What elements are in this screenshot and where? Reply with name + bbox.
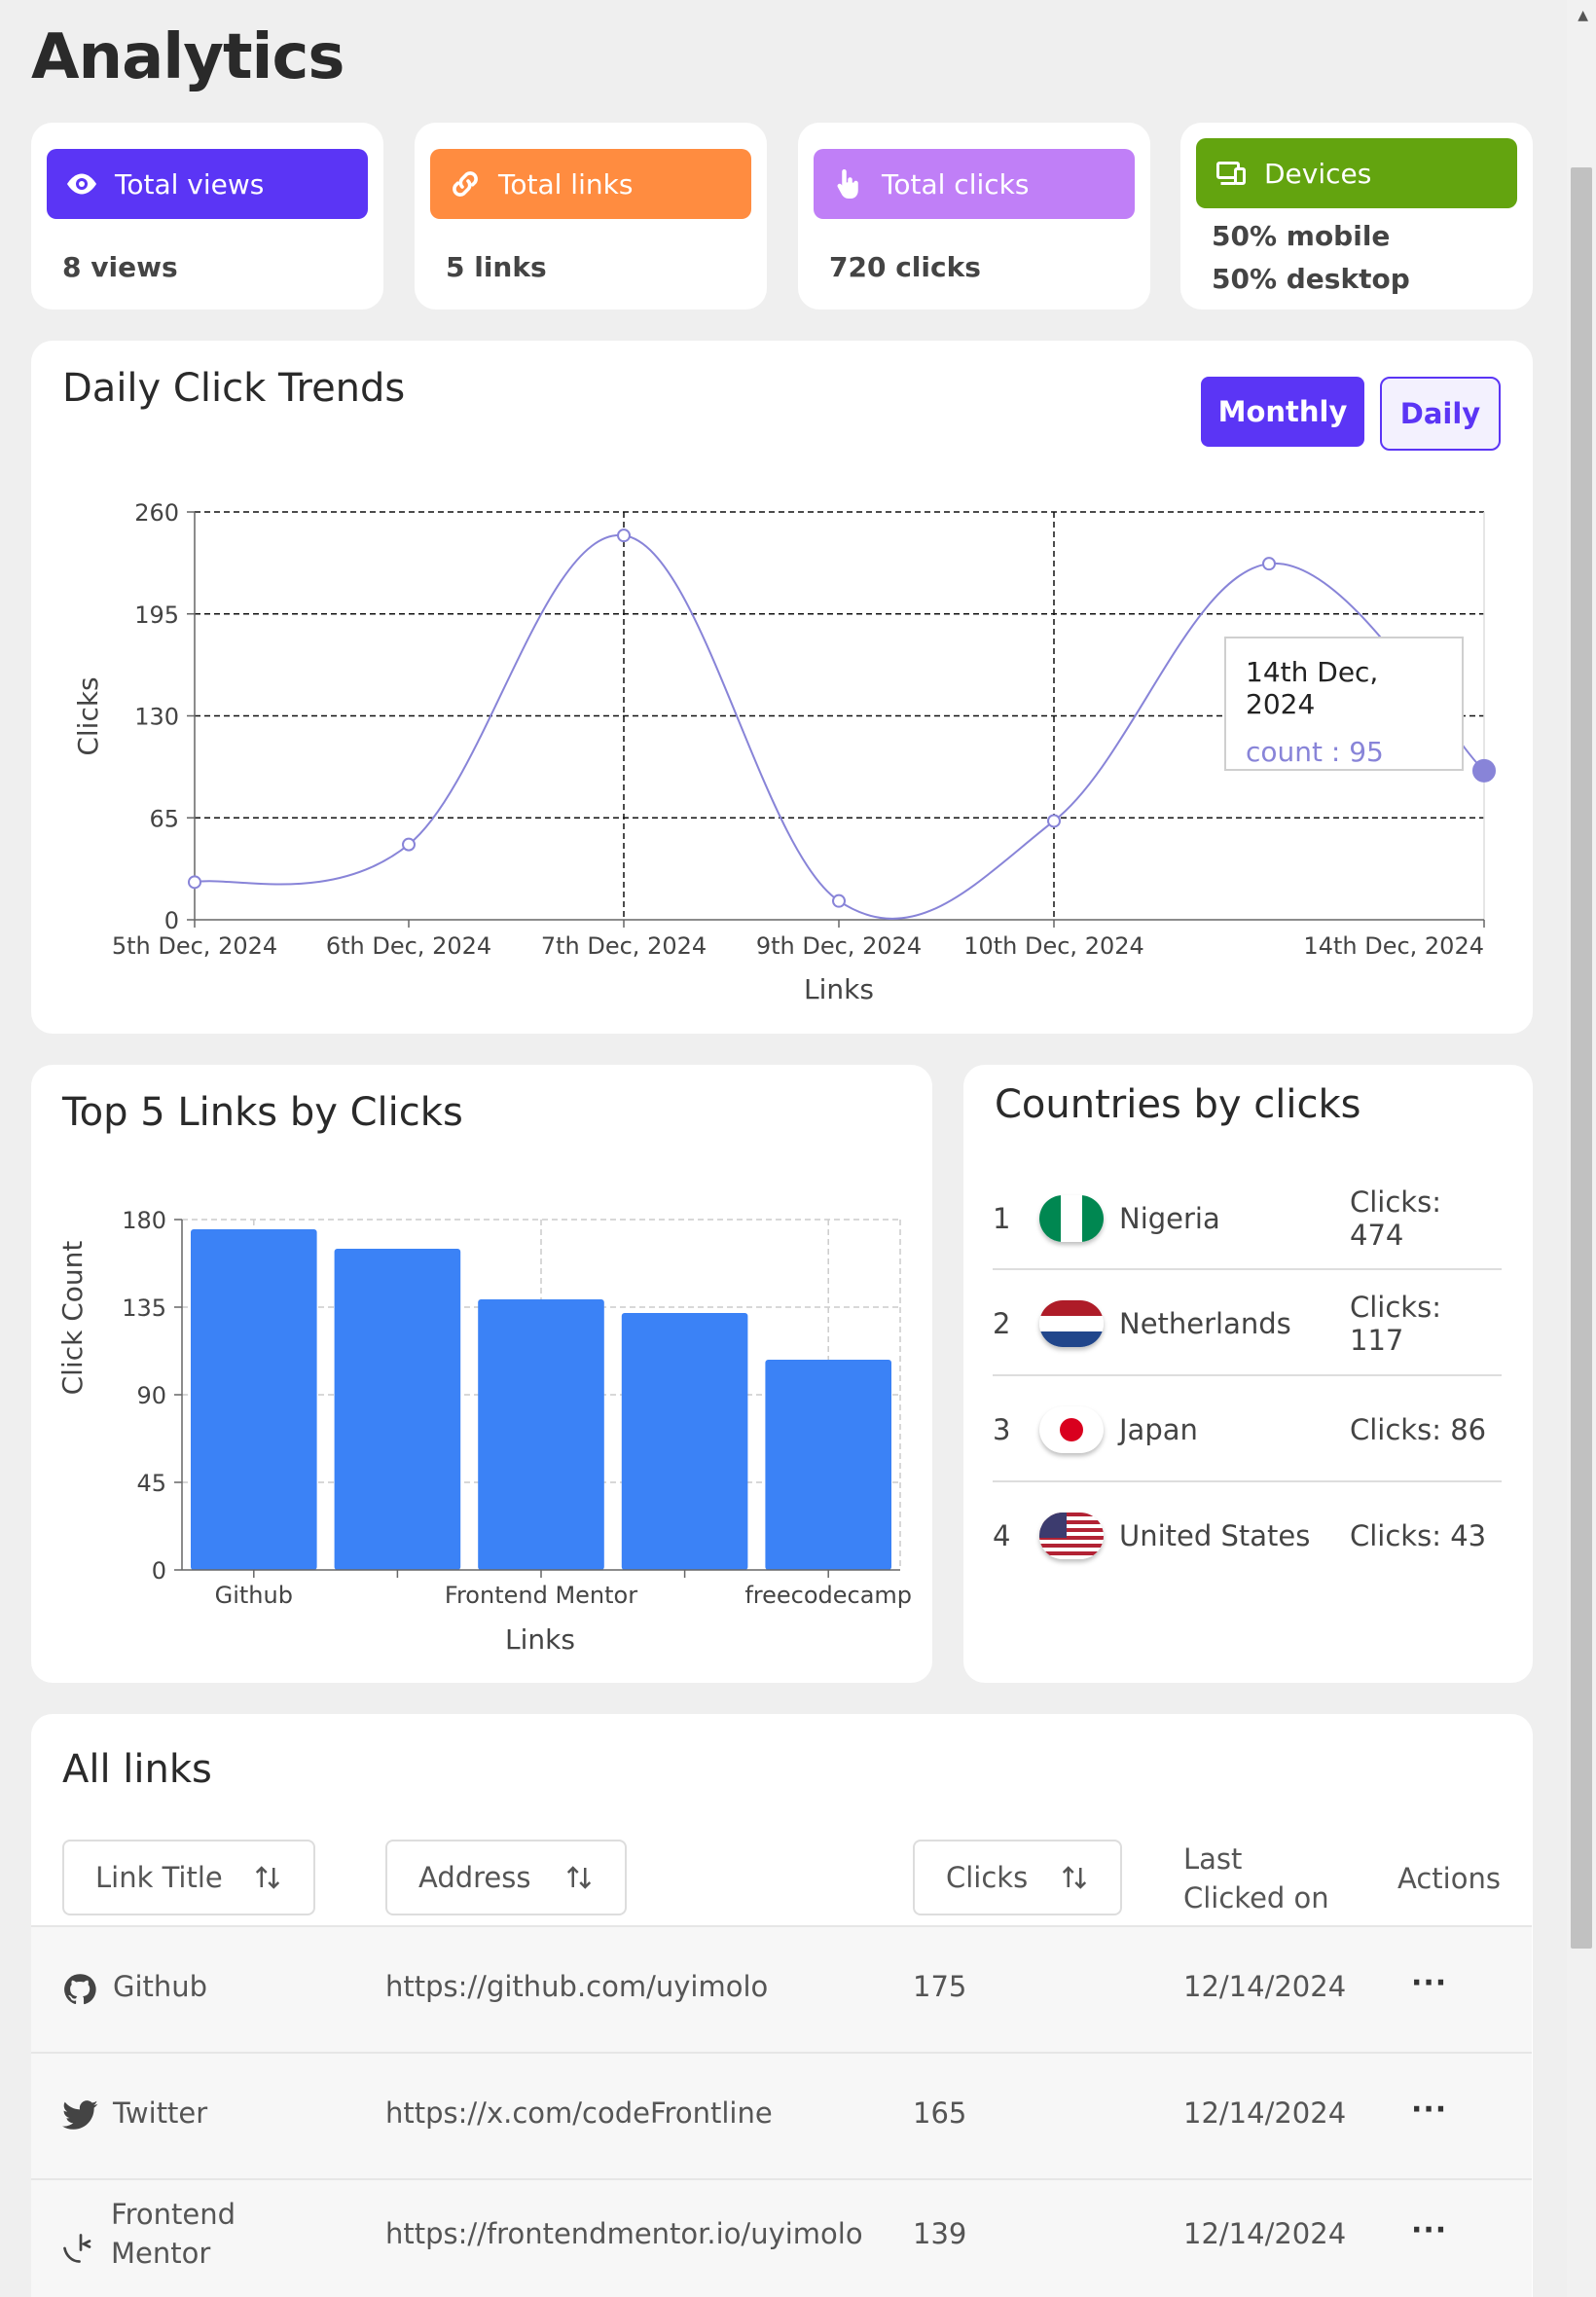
stat-label: Devices [1264,157,1372,190]
link-title: Github [113,1970,208,2003]
sort-icon [255,1866,280,1889]
click-trends-title: Daily Click Trends [62,366,406,411]
stat-card-views: Total views 8 views [31,123,383,310]
header-address: Address [418,1861,531,1894]
link-icon [453,171,478,197]
stat-value: 720 clicks [829,251,981,283]
daily-button[interactable]: Daily [1380,377,1501,451]
sort-address-button[interactable]: Address [385,1840,627,1915]
stat-card-devices: Devices 50% mobile 50% desktop [1180,123,1533,310]
country-rank: 4 [993,1519,1011,1552]
stat-card-links: Total links 5 links [415,123,767,310]
header-clicks: Clicks [946,1861,1029,1894]
link-address: https://frontendmentor.io/uyimolo [385,2217,863,2250]
pointer-icon [837,169,858,199]
page-title: Analytics [31,21,345,93]
country-row: 3 Japan Clicks: 86 [993,1377,1502,1482]
countries-title: Countries by clicks [995,1082,1361,1127]
sort-link-title-button[interactable]: Link Title [62,1840,315,1915]
header-last-clicked-line2: Clicked on [1183,1881,1329,1914]
link-clicks: 165 [913,2096,967,2130]
country-name: Japan [1119,1413,1198,1446]
stat-value-mobile: 50% mobile [1212,220,1391,252]
link-title-line2: Mentor [111,2237,211,2270]
tooltip-date: 14th Dec, 2024 [1246,656,1379,720]
table-row[interactable]: Github https://github.com/uyimolo 175 12… [31,1925,1532,2052]
country-name: Nigeria [1119,1202,1220,1235]
nigeria-flag-icon [1039,1195,1104,1242]
link-title-line1: Frontend [111,2198,236,2231]
devices-icon [1216,162,1246,185]
country-clicks: Clicks: 117 [1350,1291,1441,1357]
country-row: 4 United States Clicks: 43 [993,1483,1502,1588]
scroll-up-icon[interactable]: ▲ [1578,8,1588,23]
netherlands-flag-icon [1039,1300,1104,1347]
stat-header-devices: Devices [1196,138,1517,208]
top-links-card: Top 5 Links by Clicks [31,1065,932,1683]
usa-flag-icon [1039,1513,1104,1559]
stat-value: 8 views [62,251,178,283]
divider [993,1374,1502,1376]
link-clicks: 139 [913,2217,967,2250]
github-icon [64,1974,96,2005]
table-row[interactable]: Twitter https://x.com/codeFrontline 165 … [31,2052,1532,2178]
header-last-clicked: Last Clicked on [1183,1840,1329,1917]
country-clicks: Clicks: 43 [1350,1519,1487,1552]
stat-value: 5 links [446,251,547,283]
header-actions: Actions [1397,1862,1501,1895]
country-rank: 3 [993,1413,1011,1446]
all-links-title: All links [62,1747,212,1792]
stat-label: Total clicks [882,167,1030,201]
header-link-title: Link Title [95,1861,223,1894]
country-rank: 1 [993,1202,1011,1235]
link-clicks: 175 [913,1970,967,2003]
stat-header-views: Total views [47,149,368,219]
japan-flag-icon [1039,1406,1104,1453]
stat-header-links: Total links [430,149,751,219]
country-name: United States [1119,1519,1311,1552]
scrollbar-thumb[interactable] [1571,167,1592,1949]
tooltip-count: count : 95 [1246,736,1384,768]
stat-label: Total links [498,167,634,201]
monthly-button[interactable]: Monthly [1201,377,1364,447]
link-address: https://github.com/uyimolo [385,1970,769,2003]
eye-icon [67,173,96,195]
link-date: 12/14/2024 [1183,2096,1347,2130]
scrollbar[interactable]: ▲ [1567,0,1596,2297]
top-links-title: Top 5 Links by Clicks [62,1090,463,1135]
frontend-mentor-icon [63,2234,91,2263]
more-actions-button[interactable]: ··· [1411,2093,1447,2127]
stat-header-clicks: Total clicks [814,149,1135,219]
stat-label: Total views [115,167,265,201]
twitter-icon [62,2100,98,2130]
divider [993,1480,1502,1482]
link-title: Twitter [113,2096,208,2130]
stat-value-desktop: 50% desktop [1212,263,1410,295]
more-actions-button[interactable]: ··· [1411,1966,1447,2000]
sort-icon [1062,1866,1087,1889]
header-last-clicked-line1: Last [1183,1842,1243,1876]
country-row: 1 Nigeria Clicks: 474 [993,1166,1502,1271]
sort-icon [566,1866,592,1889]
link-address: https://x.com/codeFrontline [385,2096,773,2130]
sort-clicks-button[interactable]: Clicks [913,1840,1122,1915]
stat-card-clicks: Total clicks 720 clicks [798,123,1150,310]
chart-tooltip: 14th Dec, 2024 count : 95 [1224,637,1464,771]
divider [993,1268,1502,1270]
country-name: Netherlands [1119,1307,1291,1340]
country-clicks: Clicks: 86 [1350,1413,1487,1446]
link-date: 12/14/2024 [1183,2217,1347,2250]
link-date: 12/14/2024 [1183,1970,1347,2003]
country-clicks: Clicks: 474 [1350,1185,1441,1252]
table-row[interactable]: Frontend Mentor https://frontendmentor.i… [31,2178,1532,2297]
more-actions-button[interactable]: ··· [1411,2213,1447,2247]
country-row: 2 Netherlands Clicks: 117 [993,1271,1502,1376]
country-rank: 2 [993,1307,1011,1340]
